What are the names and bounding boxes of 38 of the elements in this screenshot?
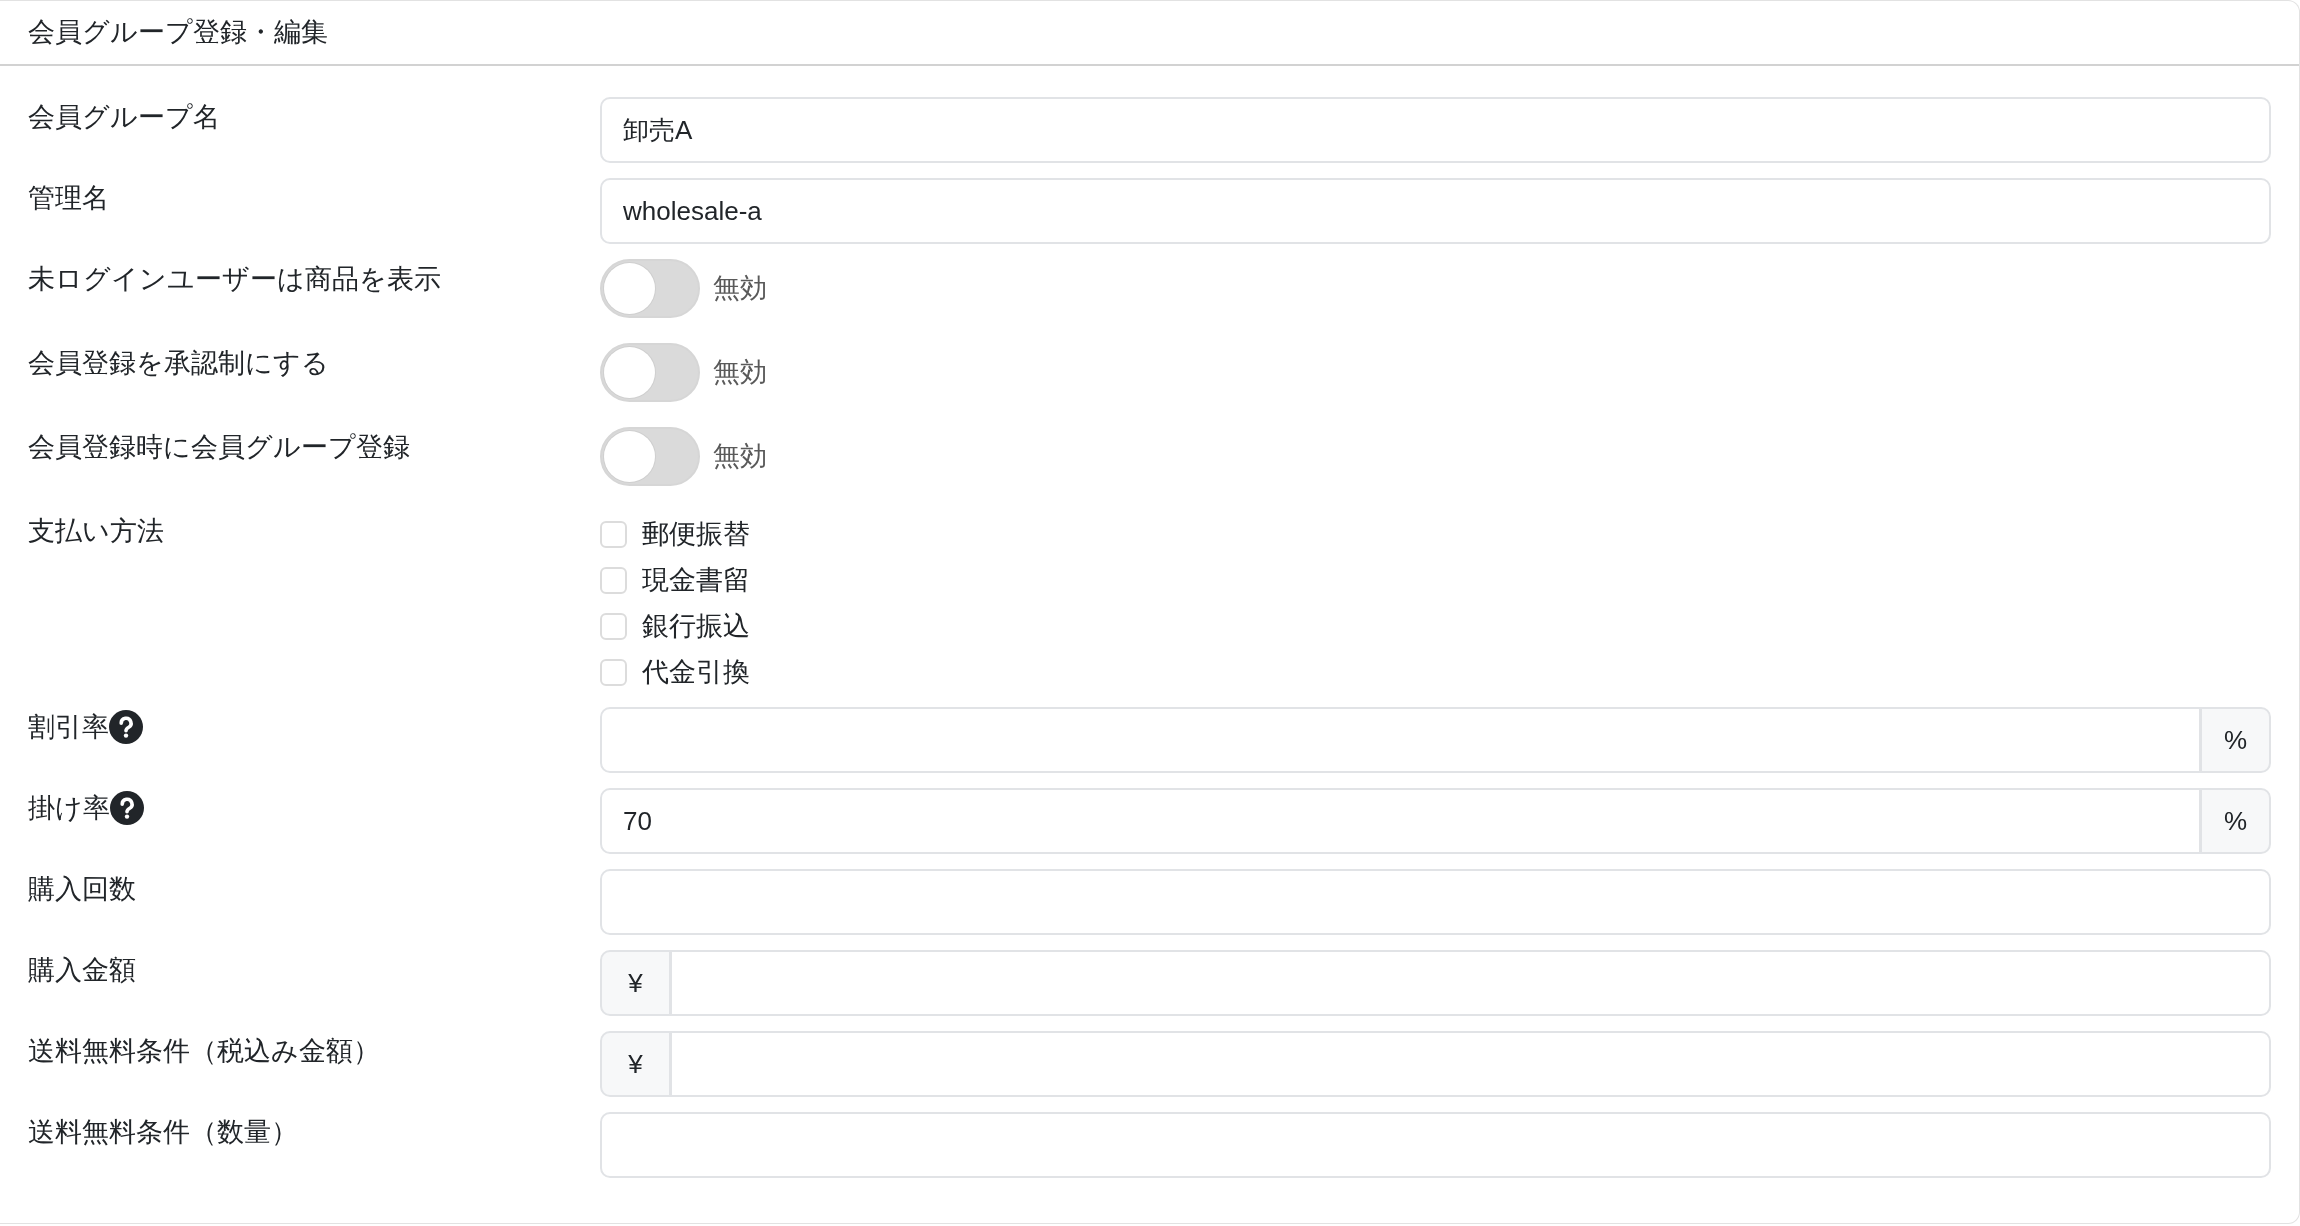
field-label: 購入金額 bbox=[28, 954, 136, 987]
checkbox[interactable] bbox=[600, 612, 627, 640]
text-input[interactable]: 70 bbox=[600, 788, 2201, 854]
field-label: 送料無料条件（数量） bbox=[28, 1116, 298, 1149]
text-input[interactable] bbox=[670, 950, 2271, 1016]
field-label: 管理名 bbox=[28, 182, 109, 215]
checkbox-label[interactable]: 現金書留 bbox=[642, 562, 750, 598]
field-label: 支払い方法 bbox=[28, 515, 164, 548]
field-label: 会員登録時に会員グループ登録 bbox=[28, 431, 410, 464]
unit-addon: % bbox=[2200, 788, 2271, 854]
currency-addon: ¥ bbox=[600, 950, 671, 1016]
toggle-status: 無効 bbox=[713, 272, 767, 306]
text-input[interactable]: wholesale-a bbox=[600, 178, 2271, 244]
field-label: 割引率 bbox=[28, 711, 109, 744]
checkbox[interactable] bbox=[600, 520, 627, 548]
text-input[interactable] bbox=[600, 869, 2271, 935]
toggle-status: 無効 bbox=[713, 440, 767, 474]
help-icon[interactable] bbox=[110, 791, 144, 825]
field-label: 掛け率 bbox=[28, 792, 110, 825]
field-label: 送料無料条件（税込み金額） bbox=[28, 1035, 380, 1068]
text-input[interactable] bbox=[670, 1031, 2271, 1097]
currency-addon: ¥ bbox=[600, 1031, 671, 1097]
checkbox-label[interactable]: 代金引換 bbox=[642, 654, 750, 690]
field-label: 未ログインユーザーは商品を表示 bbox=[28, 263, 441, 296]
unit-addon: % bbox=[2200, 707, 2271, 773]
text-input[interactable]: 卸売A bbox=[600, 97, 2271, 163]
text-input[interactable] bbox=[600, 1112, 2271, 1178]
help-icon[interactable] bbox=[109, 710, 143, 744]
field-label: 会員登録を承認制にする bbox=[28, 347, 329, 380]
panel-title: 会員グループ登録・編集 bbox=[0, 1, 2299, 66]
checkbox-label[interactable]: 銀行振込 bbox=[642, 608, 750, 644]
text-input[interactable] bbox=[600, 707, 2201, 773]
field-label: 購入回数 bbox=[28, 873, 136, 906]
checkbox[interactable] bbox=[600, 658, 627, 686]
checkbox-label[interactable]: 郵便振替 bbox=[642, 516, 750, 552]
field-label: 会員グループ名 bbox=[28, 101, 220, 134]
toggle-status: 無効 bbox=[713, 356, 767, 390]
checkbox[interactable] bbox=[600, 566, 627, 594]
